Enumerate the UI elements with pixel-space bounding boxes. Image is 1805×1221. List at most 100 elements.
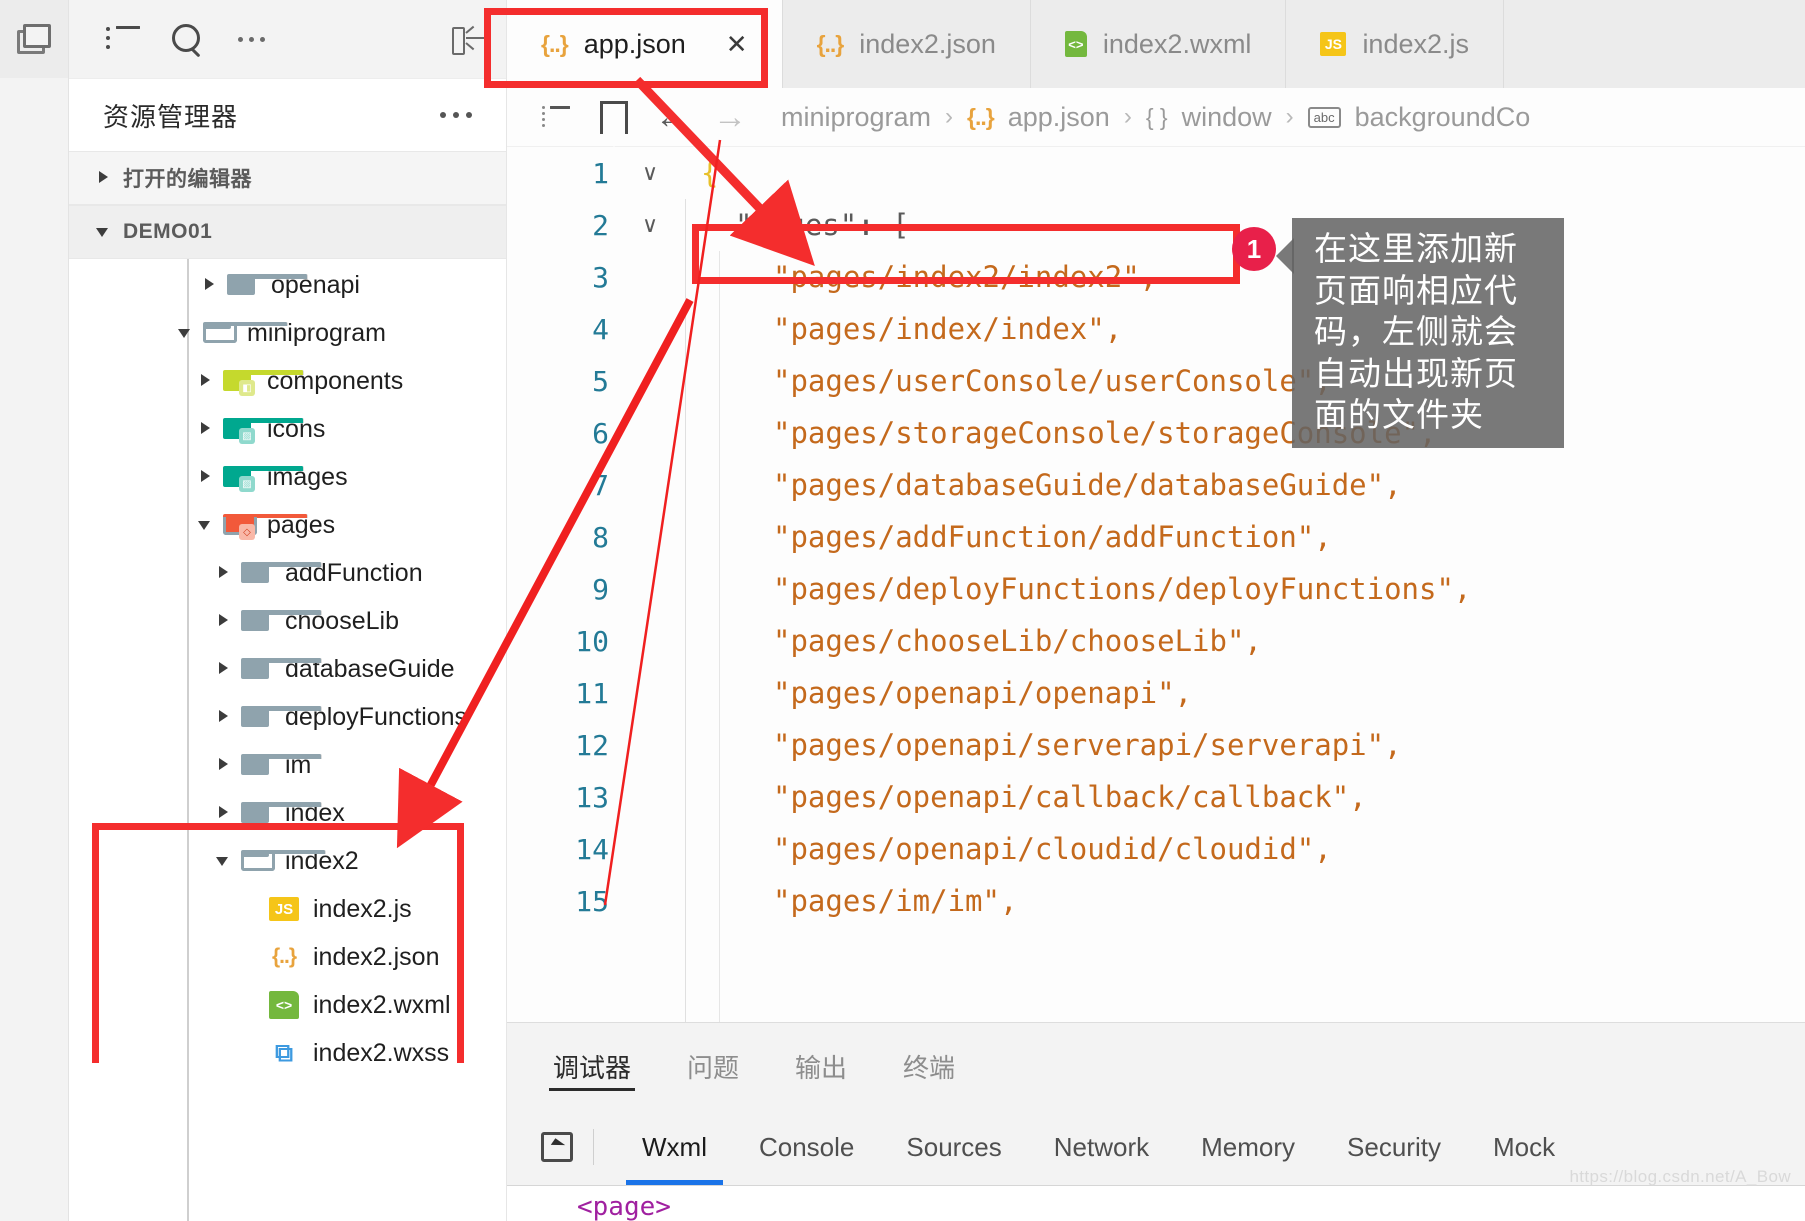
devtools-tab-sources[interactable]: Sources — [880, 1109, 1027, 1185]
line-number: 3 — [592, 260, 609, 294]
tooltip-arrow-icon — [1276, 238, 1294, 274]
tree-item-openapi[interactable]: openapi — [69, 261, 506, 309]
panel-tab-terminal[interactable]: 终端 — [899, 1023, 959, 1109]
folder-icon — [241, 656, 322, 682]
indent-guide — [685, 199, 686, 1022]
devtools-tab-network[interactable]: Network — [1028, 1109, 1175, 1185]
json-file-icon: {..} — [967, 103, 995, 130]
tree-item-miniprogram[interactable]: miniprogram — [69, 309, 506, 357]
editor-tab-index2-json[interactable]: {..} index2.json — [782, 0, 1031, 88]
chevron-down-icon — [178, 326, 193, 340]
editor-tab-label: index2.wxml — [1102, 28, 1252, 59]
forward-button[interactable]: → — [701, 100, 759, 134]
line-number: 8 — [592, 520, 609, 554]
tree-item-pages[interactable]: ◇ pages — [69, 501, 506, 549]
editor-tab-label: index2.js — [1362, 28, 1470, 59]
tree-item-chooselib[interactable]: chooseLib — [69, 597, 506, 645]
folder-open-icon — [203, 320, 288, 346]
line-number: 1 — [592, 156, 609, 190]
chevron-right-icon — [217, 614, 231, 628]
sidebar-title-row: 资源管理器 — [69, 79, 506, 151]
line-number: 5 — [592, 364, 609, 398]
devtools-tab-label: Memory — [1201, 1131, 1296, 1162]
line-number: 9 — [592, 572, 609, 606]
object-icon: { } — [1145, 103, 1168, 130]
devtools-tab-mock[interactable]: Mock — [1467, 1109, 1581, 1185]
breadcrumb-bar: ← → miniprogram › {..} app.json › { } wi… — [507, 88, 1805, 150]
devtools-tab-console[interactable]: Console — [733, 1109, 880, 1185]
vscode-window: 资源管理器 打开的编辑器 DEMO01 openapi miniprogram … — [0, 0, 1805, 1221]
chevron-right-icon — [203, 278, 217, 292]
code-line: { — [685, 147, 1805, 199]
outline-button[interactable] — [527, 106, 585, 128]
tree-item-images[interactable]: ▨ images — [69, 453, 506, 501]
panel-tab-output[interactable]: 输出 — [791, 1023, 851, 1109]
tree-item-addfunction[interactable]: addFunction — [69, 549, 506, 597]
devtools-tab-memory[interactable]: Memory — [1175, 1109, 1321, 1185]
editor-tab-index2-wxml[interactable]: <> index2.wxml — [1030, 0, 1287, 88]
code-text: "pages/openapi/openapi", — [773, 676, 1193, 710]
folder-icon — [241, 560, 322, 586]
arrow-right-icon: → — [713, 98, 747, 136]
activity-bar-item-explorer[interactable] — [0, 0, 68, 78]
code-text: "pages/addFunction/addFunction", — [773, 520, 1332, 554]
breadcrumb-item-backgroundcolor[interactable]: backgroundCo — [1355, 102, 1531, 133]
panel-tab-bar: 调试器 问题 输出 终端 — [507, 1023, 1805, 1109]
code-line: "pages/chooseLib/chooseLib", — [685, 615, 1805, 667]
devtools-tab-security[interactable]: Security — [1321, 1109, 1467, 1185]
file-tree: openapi miniprogram ◧ components ▨ icons — [69, 259, 506, 1221]
folder-components-icon: ◧ — [223, 368, 304, 396]
code-text: { — [701, 156, 719, 190]
highlight-box-index2-folder — [92, 823, 464, 1063]
breadcrumb-item-app-json[interactable]: app.json — [1008, 102, 1110, 133]
editor-tab-index2-js[interactable]: JS index2.js — [1286, 0, 1505, 88]
breadcrumb-item-window[interactable]: window — [1182, 102, 1272, 133]
bottom-panel: 调试器 问题 输出 终端 Wxml Console Sources Networ… — [507, 1022, 1805, 1221]
tree-item-im[interactable]: im — [69, 741, 506, 789]
chevron-right-icon: › — [1285, 103, 1294, 130]
panel-tab-problems[interactable]: 问题 — [683, 1023, 743, 1109]
more-actions-button[interactable] — [219, 9, 283, 69]
panel-tab-label: 输出 — [795, 1052, 848, 1083]
panel-tab-debugger[interactable]: 调试器 — [549, 1023, 636, 1109]
chevron-right-icon — [217, 806, 231, 820]
divider — [593, 1129, 594, 1165]
code-line: "pages/userConsole/userConsole", — [685, 355, 1805, 407]
line-number: 12 — [575, 728, 609, 762]
bookmark-icon — [600, 100, 628, 150]
code-text: "pages/openapi/serverapi/serverapi", — [773, 728, 1402, 762]
line-number: 10 — [575, 624, 609, 658]
fold-toggle[interactable]: ∨ — [627, 199, 673, 251]
indent-guide — [719, 251, 720, 1022]
tree-item-components[interactable]: ◧ components — [69, 357, 506, 405]
devtools-tab-wxml[interactable]: Wxml — [616, 1109, 733, 1185]
devtools-content: <page> — [507, 1186, 1805, 1221]
highlight-box-app-json-tab — [484, 8, 768, 88]
explorer-list-button[interactable] — [91, 9, 155, 69]
tree-item-databaseguide[interactable]: databaseGuide — [69, 645, 506, 693]
sidebar-section-label: 打开的编辑器 — [123, 168, 252, 191]
sidebar-section-demo01[interactable]: DEMO01 — [69, 205, 506, 259]
inspect-element-icon[interactable] — [539, 1131, 573, 1163]
chevron-right-icon — [217, 662, 231, 676]
sidebar-more-icon[interactable] — [440, 112, 472, 118]
tree-item-icons[interactable]: ▨ icons — [69, 405, 506, 453]
code-text: "pages/openapi/callback/callback", — [773, 780, 1367, 814]
bookmark-button[interactable] — [585, 100, 643, 150]
back-button[interactable]: ← — [643, 100, 701, 134]
code-line: "pages/openapi/serverapi/serverapi", — [685, 719, 1805, 771]
tree-item-deployfunctions[interactable]: deployFunctions — [69, 693, 506, 741]
fold-toggle[interactable]: ∨ — [627, 147, 673, 199]
line-number: 13 — [575, 780, 609, 814]
page-title: 资源管理器 — [103, 101, 239, 132]
devtools-tab-label: Mock — [1492, 1131, 1556, 1162]
search-button[interactable] — [155, 9, 219, 69]
folder-images-icon: ▨ — [223, 416, 304, 444]
breadcrumb-item-miniprogram[interactable]: miniprogram — [781, 102, 931, 133]
chevron-right-icon — [217, 710, 231, 724]
line-number: 7 — [592, 468, 609, 502]
fold-gutter[interactable]: ∨ ∨ — [627, 147, 673, 1022]
sidebar-section-open-editors[interactable]: 打开的编辑器 — [69, 151, 506, 205]
devtools-tab-label: Console — [758, 1131, 855, 1162]
line-number: 6 — [592, 416, 609, 450]
